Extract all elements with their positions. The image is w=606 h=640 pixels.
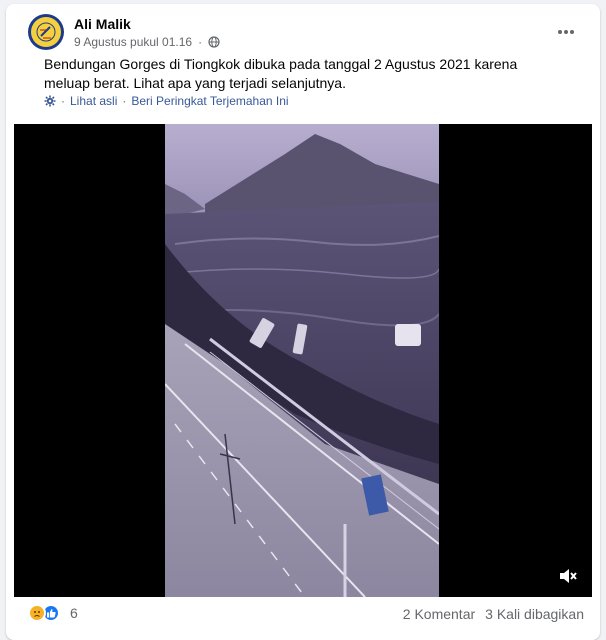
post-meta: 9 Agustus pukul 01.16 · <box>74 35 220 49</box>
muted-speaker-icon <box>560 569 577 583</box>
video-frame[interactable] <box>165 124 439 597</box>
shares-count-link[interactable]: 3 Kali dibagikan <box>485 606 584 622</box>
author-name[interactable]: Ali Malik <box>74 16 131 32</box>
post-timestamp[interactable]: 9 Agustus pukul 01.16 <box>74 35 192 49</box>
translation-separator: · <box>122 94 127 108</box>
avatar-logo-icon <box>36 22 56 42</box>
translate-gear-icon <box>44 95 56 107</box>
avatar[interactable] <box>28 14 64 50</box>
post-card: Ali Malik 9 Agustus pukul 01.16 · Bendun… <box>6 4 600 640</box>
reaction-count: 6 <box>70 605 78 621</box>
post-stats: 2 Komentar 3 Kali dibagikan <box>403 606 584 622</box>
post-header: Ali Malik 9 Agustus pukul 01.16 · <box>28 14 588 54</box>
see-original-link[interactable]: Lihat asli <box>70 94 117 108</box>
post-text: Bendungan Gorges di Tiongkok dibuka pada… <box>44 56 518 91</box>
meta-separator: · <box>198 35 203 49</box>
translation-separator-lead: · <box>61 94 65 108</box>
sad-reaction-icon <box>28 604 46 622</box>
translation-bar: · Lihat asli · Beri Peringkat Terjemahan… <box>44 94 289 108</box>
reactions-summary[interactable]: 6 <box>28 604 78 622</box>
avatar-image <box>31 17 61 47</box>
video-player[interactable] <box>14 124 592 597</box>
post-footer: 6 2 Komentar 3 Kali dibagikan <box>28 602 584 626</box>
video-thumbnail <box>165 124 439 597</box>
more-options-icon <box>558 30 574 34</box>
rate-translation-link[interactable]: Beri Peringkat Terjemahan Ini <box>131 94 288 108</box>
mute-button[interactable] <box>552 561 582 591</box>
public-globe-icon[interactable] <box>208 36 220 48</box>
comments-count-link[interactable]: 2 Komentar <box>403 606 475 622</box>
more-options-button[interactable] <box>552 18 580 46</box>
